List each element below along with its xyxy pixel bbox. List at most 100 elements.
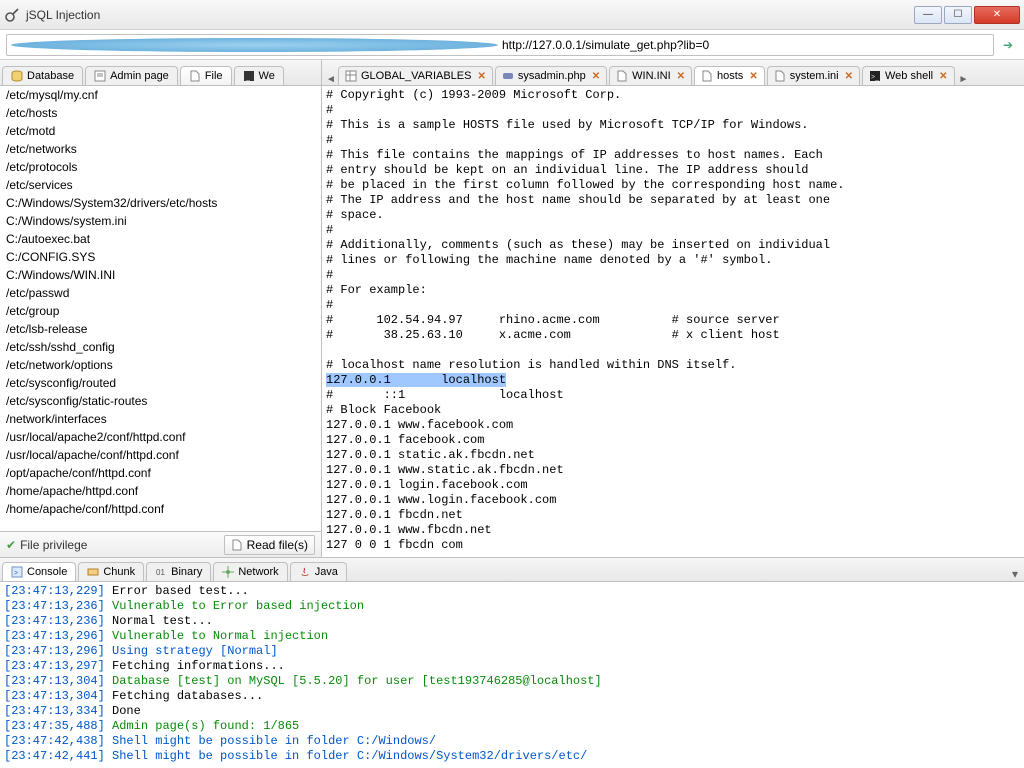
right-tab-hosts[interactable]: hosts✕	[694, 66, 765, 85]
file-list-item[interactable]: /etc/motd	[0, 122, 321, 140]
file-list-item[interactable]: C:/CONFIG.SYS	[0, 248, 321, 266]
right-tab-win-ini[interactable]: WIN.INI✕	[609, 66, 692, 85]
close-tab-icon[interactable]: ✕	[592, 71, 600, 82]
svg-text:>: >	[14, 570, 18, 577]
network-icon	[222, 566, 234, 578]
file-list-item[interactable]: /etc/group	[0, 302, 321, 320]
file-list-item[interactable]: /etc/sysconfig/static-routes	[0, 392, 321, 410]
tab-java[interactable]: Java	[290, 562, 347, 581]
database-icon	[11, 70, 23, 82]
shell-icon: >_	[869, 70, 881, 82]
console-line: [23:47:13,236] Normal test...	[4, 614, 1020, 629]
file-list-item[interactable]: /etc/protocols	[0, 158, 321, 176]
file-list-item[interactable]: /etc/networks	[0, 140, 321, 158]
file-list-item[interactable]: /etc/hosts	[0, 104, 321, 122]
file-list-item[interactable]: /usr/local/apache/conf/httpd.conf	[0, 446, 321, 464]
file-list-item[interactable]: C:/Windows/system.ini	[0, 212, 321, 230]
read-files-button[interactable]: Read file(s)	[224, 535, 315, 555]
file-list-item[interactable]: /etc/services	[0, 176, 321, 194]
tab-network[interactable]: Network	[213, 562, 287, 581]
tab-webshell-truncated[interactable]: _ We	[234, 66, 284, 85]
bottom-splitter-control[interactable]: ▾	[1006, 567, 1024, 581]
bottom-tabs: > Console Chunk 01 Binary Network Java ▾	[0, 558, 1024, 582]
right-tab-global-variables[interactable]: GLOBAL_VARIABLES✕	[338, 66, 493, 85]
file-icon	[189, 70, 201, 82]
console-line: [23:47:13,229] Error based test...	[4, 584, 1020, 599]
file-list-item[interactable]: C:/Windows/WIN.INI	[0, 266, 321, 284]
file-icon	[774, 70, 786, 82]
svg-text:>_: >_	[871, 74, 879, 81]
file-list-item[interactable]: /usr/local/apache2/conf/httpd.conf	[0, 428, 321, 446]
table-icon	[345, 70, 357, 82]
check-icon: ✔	[6, 538, 16, 552]
go-button[interactable]: ➔	[998, 35, 1018, 55]
file-privilege-status: ✔ File privilege	[6, 538, 87, 552]
file-list-item[interactable]: /etc/sysconfig/routed	[0, 374, 321, 392]
tab-console[interactable]: > Console	[2, 562, 76, 581]
svg-text:01: 01	[156, 568, 165, 577]
file-list-item[interactable]: /etc/ssh/sshd_config	[0, 338, 321, 356]
close-tab-icon[interactable]: ✕	[477, 71, 485, 82]
tab-file[interactable]: File	[180, 66, 232, 85]
close-tab-icon[interactable]: ✕	[939, 71, 947, 82]
tab-chunk[interactable]: Chunk	[78, 562, 144, 581]
console-line: [23:47:13,304] Fetching databases...	[4, 689, 1020, 704]
minimize-button[interactable]: —	[914, 6, 942, 24]
file-list-item[interactable]: /opt/apache/conf/httpd.conf	[0, 464, 321, 482]
file-icon	[701, 70, 713, 82]
file-list-item[interactable]: /etc/mysql/my.cnf	[0, 86, 321, 104]
app-icon	[4, 7, 20, 23]
file-list[interactable]: /etc/mysql/my.cnf/etc/hosts/etc/motd/etc…	[0, 86, 321, 531]
left-footer: ✔ File privilege Read file(s)	[0, 531, 321, 557]
tab-nav-right[interactable]: ►	[957, 74, 971, 85]
file-list-item[interactable]: /etc/network/options	[0, 356, 321, 374]
close-tab-icon[interactable]: ✕	[749, 71, 757, 82]
right-tab-web-shell[interactable]: >_Web shell✕	[862, 66, 955, 85]
binary-icon: 01	[155, 566, 167, 578]
shell-icon: _	[243, 70, 255, 82]
file-list-item[interactable]: /etc/lsb-release	[0, 320, 321, 338]
console-line: [23:47:42,441] Shell might be possible i…	[4, 749, 1020, 764]
window-title: jSQL Injection	[26, 8, 912, 22]
tab-binary[interactable]: 01 Binary	[146, 562, 211, 581]
right-tab-sysadmin-php[interactable]: sysadmin.php✕	[495, 66, 607, 85]
left-tabs: Database Admin page File _ We	[0, 60, 321, 86]
file-list-item[interactable]: C:/autoexec.bat	[0, 230, 321, 248]
url-text: http://127.0.0.1/simulate_get.php?lib=0	[502, 38, 989, 52]
tab-database[interactable]: Database	[2, 66, 83, 85]
console-icon: >	[11, 566, 23, 578]
console-line: [23:47:13,236] Vulnerable to Error based…	[4, 599, 1020, 614]
left-pane: Database Admin page File _ We /etc/mysql…	[0, 60, 322, 557]
chunk-icon	[87, 566, 99, 578]
file-list-item[interactable]: C:/Windows/System32/drivers/etc/hosts	[0, 194, 321, 212]
file-list-item[interactable]: /home/apache/httpd.conf	[0, 482, 321, 500]
maximize-button[interactable]: ☐	[944, 6, 972, 24]
close-tab-icon[interactable]: ✕	[845, 71, 853, 82]
console-line: [23:47:13,296] Vulnerable to Normal inje…	[4, 629, 1020, 644]
php-icon	[502, 70, 514, 82]
file-list-item[interactable]: /network/interfaces	[0, 410, 321, 428]
right-pane: ◄ GLOBAL_VARIABLES✕sysadmin.php✕WIN.INI✕…	[322, 60, 1024, 557]
url-bar: http://127.0.0.1/simulate_get.php?lib=0 …	[0, 30, 1024, 60]
svg-text:_: _	[245, 74, 250, 81]
console-line: [23:47:35,488] Admin page(s) found: 1/86…	[4, 719, 1020, 734]
java-icon	[299, 566, 311, 578]
page-icon	[94, 70, 106, 82]
close-tab-icon[interactable]: ✕	[677, 71, 685, 82]
close-button[interactable]: ✕	[974, 6, 1020, 24]
read-icon	[231, 539, 243, 551]
console-line: [23:47:13,296] Using strategy [Normal]	[4, 644, 1020, 659]
right-tab-system-ini[interactable]: system.ini✕	[767, 66, 860, 85]
file-list-item[interactable]: /home/apache/conf/httpd.conf	[0, 500, 321, 518]
url-field[interactable]: http://127.0.0.1/simulate_get.php?lib=0	[6, 34, 994, 56]
tab-nav-left[interactable]: ◄	[324, 74, 338, 85]
console-line: [23:47:13,304] Database [test] on MySQL …	[4, 674, 1020, 689]
file-icon	[616, 70, 628, 82]
console-output[interactable]: [23:47:13,229] Error based test...[23:47…	[0, 582, 1024, 768]
console-line: [23:47:13,334] Done	[4, 704, 1020, 719]
console-line: [23:47:13,297] Fetching informations...	[4, 659, 1020, 674]
tab-admin-page[interactable]: Admin page	[85, 66, 178, 85]
globe-icon	[11, 38, 498, 52]
file-content[interactable]: # Copyright (c) 1993-2009 Microsoft Corp…	[322, 86, 1024, 557]
file-list-item[interactable]: /etc/passwd	[0, 284, 321, 302]
